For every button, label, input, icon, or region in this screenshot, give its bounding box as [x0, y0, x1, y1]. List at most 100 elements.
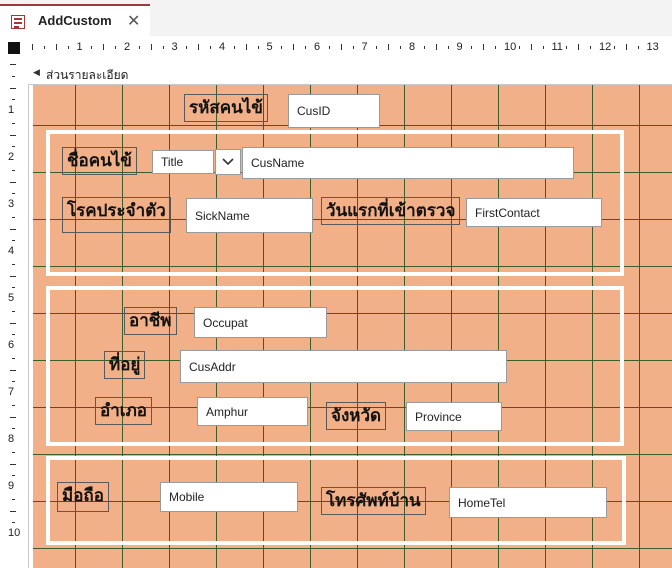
- ruler-tick: [115, 45, 117, 49]
- ruler-number: 8: [409, 41, 416, 53]
- close-icon[interactable]: ✕: [127, 11, 140, 31]
- cusaddr-label[interactable]: ที่อยู่: [104, 351, 146, 379]
- ruler-tick: [11, 169, 15, 171]
- ruler-number: 11: [551, 41, 563, 53]
- province-label[interactable]: จังหวัด: [326, 402, 387, 430]
- ruler-tick: [11, 428, 15, 430]
- title-combo[interactable]: Title: [152, 150, 214, 174]
- mobile-field[interactable]: Mobile: [160, 482, 298, 512]
- ruler-tick: [32, 44, 33, 50]
- ruler-tick: [10, 463, 16, 465]
- cusaddr-field[interactable]: CusAddr: [180, 350, 507, 383]
- ruler-tick: [11, 404, 15, 406]
- ruler-tick: [11, 75, 15, 77]
- tab-title: AddCustom: [38, 13, 112, 28]
- ruler-number: 12: [599, 41, 612, 53]
- ruler-number: 13: [646, 41, 659, 53]
- sickname-field[interactable]: SickName: [186, 198, 313, 233]
- ruler-tick: [257, 45, 259, 49]
- cusid-field[interactable]: CusID: [288, 94, 380, 128]
- name-label[interactable]: ชื่อคนไข้: [62, 147, 137, 175]
- ruler-tick: [10, 134, 16, 136]
- province-field[interactable]: Province: [406, 402, 502, 431]
- ruler-tick: [11, 381, 15, 383]
- cusid-label[interactable]: รหัสคนไข้: [184, 94, 268, 122]
- ruler-tick: [328, 45, 330, 49]
- occupat-label[interactable]: อาชีพ: [124, 307, 177, 335]
- ruler-number: 9: [456, 41, 463, 53]
- ruler-tick: [10, 87, 16, 89]
- ruler-tick: [423, 45, 425, 49]
- hometel-label[interactable]: โทรศัพท์บ้าน: [321, 487, 426, 515]
- ruler-tick: [483, 44, 485, 50]
- ruler-tick: [11, 451, 15, 453]
- section-collapse-icon[interactable]: ◀: [33, 67, 40, 78]
- ruler-tick: [138, 45, 140, 49]
- amphur-label[interactable]: อำเภอ: [95, 397, 152, 425]
- ruler-number: 4: [219, 41, 226, 53]
- ruler-tick: [198, 44, 200, 50]
- ruler-tick: [11, 310, 15, 312]
- ruler-tick: [447, 45, 449, 49]
- ruler-tick: [10, 369, 16, 371]
- ruler-tick: [11, 475, 15, 477]
- ruler-tick: [613, 45, 615, 49]
- form-selector-icon[interactable]: [8, 42, 20, 54]
- ruler-number: 10: [8, 527, 21, 539]
- ruler-tick: [281, 45, 283, 49]
- ruler-tick: [210, 45, 212, 49]
- ruler-tick: [11, 122, 15, 124]
- ruler-tick: [388, 44, 390, 50]
- amphur-field[interactable]: Amphur: [197, 397, 308, 426]
- ruler-tick: [352, 45, 354, 49]
- form-icon: [11, 15, 25, 29]
- ruler-tick: [11, 240, 15, 242]
- ruler-tick: [305, 45, 307, 49]
- ruler-tick: [233, 45, 235, 49]
- ruler-tick: [400, 45, 402, 49]
- ruler-number: 9: [8, 480, 15, 492]
- sickname-label[interactable]: โรคประจำตัว: [62, 197, 171, 233]
- ruler-tick: [435, 44, 437, 50]
- ruler-tick: [43, 45, 45, 49]
- firstcontact-field[interactable]: FirstContact: [466, 198, 602, 227]
- mobile-label[interactable]: มือถือ: [57, 482, 109, 512]
- firstcontact-label[interactable]: วันแรกที่เข้าตรวจ: [321, 197, 461, 225]
- ruler-tick: [542, 45, 544, 49]
- ruler-number: 3: [8, 198, 15, 210]
- ruler-tick: [150, 44, 152, 50]
- ruler-tick: [495, 45, 497, 49]
- tab-addcustom[interactable]: AddCustom ✕: [0, 4, 150, 36]
- horizontal-ruler[interactable]: 1 2 3 4 5 6 7 8 9 10 11 12 13: [28, 36, 672, 63]
- ruler-tick: [10, 64, 16, 65]
- cusname-field[interactable]: CusName: [242, 147, 574, 179]
- ruler-tick: [566, 45, 568, 49]
- hometel-field[interactable]: HomeTel: [449, 487, 607, 518]
- ruler-tick: [518, 45, 520, 49]
- ruler-tick: [471, 45, 473, 49]
- ruler-number: 5: [8, 292, 15, 304]
- ruler-number: 2: [8, 151, 15, 163]
- title-dropdown-button[interactable]: [215, 149, 241, 175]
- occupat-field[interactable]: Occupat: [194, 307, 327, 338]
- ruler-tick: [10, 416, 16, 418]
- chevron-down-icon: [222, 158, 234, 166]
- ruler-number: 6: [314, 41, 321, 53]
- ruler-tick: [11, 522, 15, 524]
- ruler-tick: [162, 45, 164, 49]
- ruler-tick: [245, 44, 247, 50]
- ruler-tick: [578, 44, 580, 50]
- ruler-tick: [530, 44, 532, 50]
- ruler-tick: [637, 45, 639, 49]
- ruler-tick: [55, 44, 57, 50]
- ruler-number: 3: [171, 41, 178, 53]
- ruler-tick: [10, 181, 16, 183]
- ruler-tick: [11, 99, 15, 101]
- ruler-tick: [10, 510, 16, 512]
- ruler-tick: [11, 357, 15, 359]
- ruler-tick: [11, 216, 15, 218]
- ruler-tick: [590, 45, 592, 49]
- ruler-tick: [11, 498, 15, 500]
- ruler-tick: [91, 45, 93, 49]
- vertical-ruler[interactable]: 1 2 3 4 5 6 7 8 9 10: [0, 62, 29, 568]
